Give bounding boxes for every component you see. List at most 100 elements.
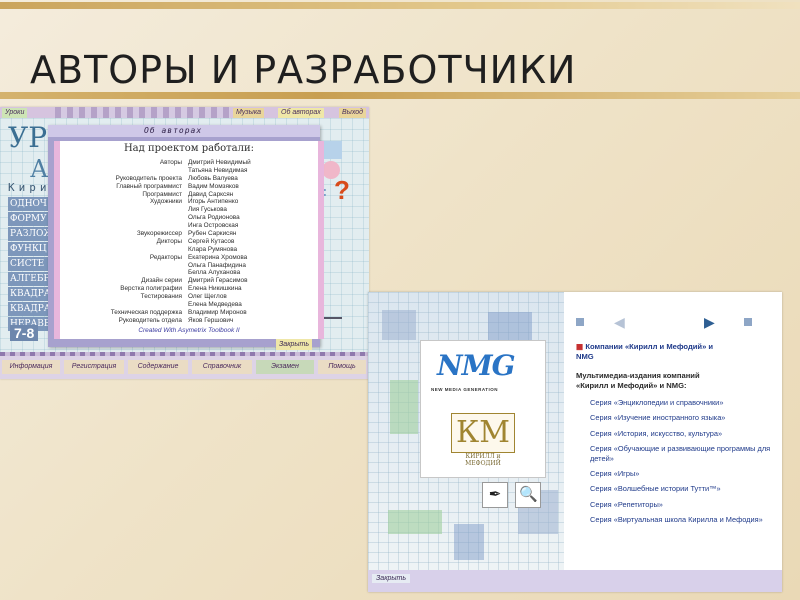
- credits-list: Авторы Дмитрий Невидимый Татьяна Невидимая…: [60, 159, 318, 325]
- topic-menu-item[interactable]: ОДНОЧ: [8, 197, 50, 211]
- last-page-icon[interactable]: [744, 318, 752, 326]
- registration-button[interactable]: Регистрация: [64, 360, 124, 374]
- course-title-letter: А: [30, 155, 49, 183]
- credit-name: Давид Сарксян: [188, 190, 234, 198]
- flag-icon: ▦: [576, 342, 584, 351]
- credit-role: Верстка полиграфии: [120, 285, 182, 293]
- authors-dialog-title: Об авторах: [144, 126, 203, 135]
- credit-role: Руководитель проекта: [115, 174, 182, 182]
- magnifier-icon[interactable]: 🔍: [515, 482, 542, 508]
- tab-music[interactable]: Музыка: [233, 108, 265, 118]
- tab-about-authors[interactable]: Об авторах: [278, 108, 324, 118]
- decorative-block: [382, 310, 416, 340]
- credit-row: Художники Игорь Антипенко: [60, 198, 318, 206]
- nmg-logo-mark: NMG: [437, 349, 515, 382]
- decorative-block: [488, 312, 532, 340]
- topic-menu-item[interactable]: ФОРМУ: [8, 212, 50, 226]
- credit-name: Игорь Антипенко: [188, 198, 239, 206]
- credit-name: Любовь Валуева: [188, 174, 238, 182]
- logo-panel: NMG NEW MEDIA GENERATION КМ КИРИЛЛ и МЕФ…: [368, 292, 564, 570]
- slide-title: АВТОРЫ И РАЗРАБОТЧИКИ: [30, 48, 577, 92]
- help-button[interactable]: Помощь: [318, 360, 366, 374]
- km-caption-line2: МЕФОДИЙ: [465, 460, 501, 467]
- credit-name: Екатерина Хромова: [188, 253, 248, 261]
- credit-row: Звукорежиссер Рубен Саркисян: [60, 230, 318, 238]
- credit-role: Звукорежиссер: [136, 230, 182, 238]
- contents-button[interactable]: Содержание: [128, 360, 188, 374]
- credit-row: Елена Медведева: [60, 301, 318, 309]
- topic-menu-item[interactable]: РАЗЛОЖ: [8, 227, 50, 241]
- tool-buttons: ✒ 🔍: [482, 482, 544, 508]
- tab-lessons[interactable]: Уроки: [2, 108, 28, 118]
- tab-exit[interactable]: Выход: [339, 108, 367, 118]
- credit-name: Елена Никишкина: [188, 285, 242, 293]
- topic-menu-item[interactable]: КВАДРА: [8, 302, 50, 316]
- series-link[interactable]: Серия «Виртуальная школа Кирилла и Мефод…: [590, 515, 776, 524]
- grade-label: 7-8: [10, 325, 39, 341]
- navigation-bar: ◀ ▶: [564, 308, 782, 334]
- series-links: Серия «Энциклопедии и справочники» Серия…: [576, 398, 776, 525]
- next-arrow-icon[interactable]: ▶: [704, 314, 715, 331]
- companies-heading-line1: Компании «Кирилл и Мефодий» и: [585, 342, 714, 351]
- first-page-icon[interactable]: [576, 318, 584, 326]
- credit-role: Дизайн серии: [141, 277, 182, 285]
- info-button[interactable]: Информация: [2, 360, 60, 374]
- credit-row: Программист Давид Сарксян: [60, 191, 318, 199]
- series-link[interactable]: Серия «Игры»: [590, 469, 776, 478]
- credit-name: Рубен Саркисян: [188, 230, 237, 238]
- pen-icon[interactable]: ✒: [482, 482, 508, 508]
- nmg-logo: NMG NEW MEDIA GENERATION: [421, 341, 545, 405]
- companies-heading[interactable]: ▦ Компании «Кирилл и Мефодий» и NMG: [576, 342, 776, 362]
- credit-name: Татьяна Невидимая: [188, 166, 248, 174]
- topic-menu-item[interactable]: КВАДРА: [8, 287, 50, 301]
- credit-name: Дмитрий Герасимов: [188, 277, 248, 285]
- credit-name: Дмитрий Невидимый: [188, 159, 251, 166]
- logo-box: NMG NEW MEDIA GENERATION КМ КИРИЛЛ и МЕФ…: [420, 340, 546, 478]
- series-link[interactable]: Серия «Изучение иностранного языка»: [590, 413, 776, 422]
- credit-row: Техническая поддержка Владимир Миронов: [60, 309, 318, 317]
- course-title-fragment: УР: [8, 121, 48, 154]
- credit-row: Лия Гуськова: [60, 206, 318, 214]
- bottom-bar: Закрыть: [368, 570, 782, 592]
- credit-role: Авторы: [159, 159, 182, 166]
- nmg-logo-caption: NEW MEDIA GENERATION: [431, 387, 498, 392]
- credit-name: Яков Гершович: [188, 316, 234, 324]
- credit-name: Ольга Родионова: [188, 214, 240, 222]
- credit-row: Руководитель отдела Яков Гершович: [60, 317, 318, 325]
- credit-row: Главный программист Вадим Момзяков: [60, 183, 318, 191]
- credit-row: Тестирования Олег Щеглов: [60, 293, 318, 301]
- credit-row: Ольга Родионова: [60, 214, 318, 222]
- close-button[interactable]: Закрыть: [276, 339, 313, 350]
- kirill-methodius-logo: КМ КИРИЛЛ и МЕФОДИЙ: [421, 407, 545, 477]
- series-link[interactable]: Серия «Волшебные истории Тутти™»: [590, 484, 776, 493]
- credit-row: Редакторы Екатерина Хромова: [60, 254, 318, 262]
- previous-arrow-icon[interactable]: ◀: [614, 314, 625, 331]
- credit-name: Клара Румянова: [188, 245, 238, 253]
- credit-name: Олег Щеглов: [188, 293, 227, 301]
- topic-menu-item[interactable]: ФУНКЦ: [8, 242, 50, 256]
- exam-button[interactable]: Экзамен: [256, 360, 314, 374]
- bottom-decorative-stripe: [0, 352, 369, 356]
- series-link[interactable]: Серия «История, искусство, культура»: [590, 429, 776, 438]
- series-link[interactable]: Серия «Обучающие и развивающие программы…: [590, 444, 776, 463]
- publisher-info: ▦ Компании «Кирилл и Мефодий» и NMG Муль…: [576, 342, 776, 531]
- close-button[interactable]: Закрыть: [372, 574, 411, 583]
- question-mark-icon: ?: [334, 175, 350, 205]
- slide-title-rule: [0, 92, 800, 99]
- topic-menu-item[interactable]: СИСТЕ: [8, 257, 50, 271]
- editions-intro-line2: «Кирилл и Мефодий» и NMG:: [576, 381, 687, 390]
- credit-row: Дизайн серии Дмитрий Герасимов: [60, 277, 318, 285]
- editions-intro-line1: Мультимедиа-издания компаний: [576, 371, 700, 380]
- credit-row: Инга Островская: [60, 222, 318, 230]
- credit-row: Дикторы Сергей Кутасов: [60, 238, 318, 246]
- series-link[interactable]: Серия «Энциклопедии и справочники»: [590, 398, 776, 407]
- credit-role: Тестирования: [140, 293, 182, 301]
- decorative-block: [454, 524, 484, 560]
- credit-role: Руководитель отдела: [118, 316, 182, 324]
- credit-row: Авторы Дмитрий Невидимый: [60, 159, 318, 167]
- credit-row: Верстка полиграфии Елена Никишкина: [60, 285, 318, 293]
- credit-name: Вадим Момзяков: [188, 182, 239, 190]
- series-link[interactable]: Серия «Репетиторы»: [590, 500, 776, 509]
- reference-button[interactable]: Справочник: [192, 360, 252, 374]
- topic-menu-item[interactable]: АЛГЕБР: [8, 272, 50, 286]
